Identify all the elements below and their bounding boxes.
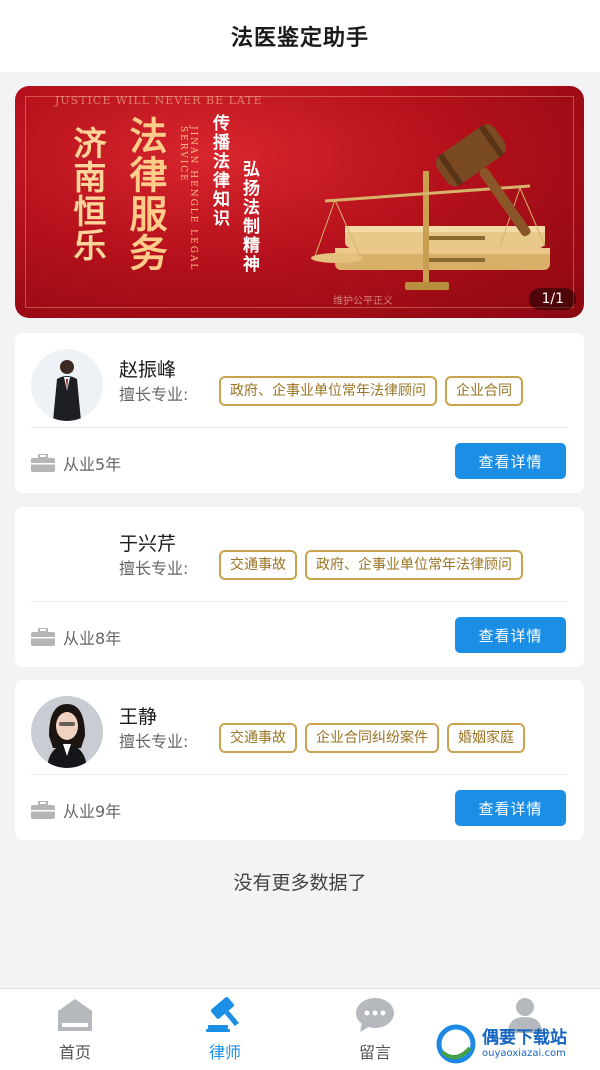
promo-banner[interactable]: JUSTICE WILL NEVER BE LATE 济南恒乐 法律服务 JIN… bbox=[15, 86, 584, 318]
specialty-label: 擅长专业: bbox=[119, 385, 189, 404]
specialty-label: 擅长专业: bbox=[119, 732, 189, 751]
banner-pager: 1/1 bbox=[529, 288, 576, 310]
experience-row: 从业8年 bbox=[31, 625, 121, 649]
avatar bbox=[31, 523, 103, 595]
briefcase-icon bbox=[31, 454, 55, 472]
tab-messages[interactable]: 留言 bbox=[300, 989, 450, 1070]
experience-years: 从业5年 bbox=[63, 455, 122, 474]
experience-years: 从业9年 bbox=[63, 802, 122, 821]
lawyer-name: 赵振峰 bbox=[119, 359, 177, 381]
experience-row: 从业9年 bbox=[31, 798, 121, 822]
lawyer-name: 王静 bbox=[119, 706, 158, 728]
banner-motto: JUSTICE WILL NEVER BE LATE bbox=[55, 94, 263, 107]
lawyer-photo bbox=[53, 360, 81, 421]
no-more-data-text: 没有更多数据了 bbox=[233, 872, 367, 894]
briefcase-icon bbox=[31, 801, 55, 819]
site-watermark: 偶要下载站 ouyaoxiazai.com bbox=[436, 1022, 592, 1066]
tab-label: 律师 bbox=[208, 1043, 241, 1062]
tab-home[interactable]: 首页 bbox=[0, 989, 150, 1070]
lawyer-photo bbox=[47, 704, 87, 768]
watermark-title: 偶要下载站 bbox=[482, 1028, 567, 1048]
banner-promote-text: 弘扬法制精神 bbox=[239, 160, 259, 274]
tab-lawyers[interactable]: 律师 bbox=[150, 989, 300, 1070]
specialty-tag: 企业合同 bbox=[445, 376, 523, 406]
divider bbox=[31, 601, 568, 602]
specialty-tags: 政府、企事业单位常年法律顾问 企业合同 bbox=[219, 376, 561, 406]
home-icon bbox=[58, 999, 92, 1031]
message-icon bbox=[356, 998, 394, 1032]
view-details-button[interactable]: 查看详情 bbox=[455, 443, 566, 479]
lawyer-card[interactable]: 于兴芹 擅长专业: 交通事故 政府、企事业单位常年法律顾问 从业8年 查看详情 bbox=[15, 507, 584, 667]
banner-footnote: 维护公平正义 bbox=[333, 296, 393, 307]
watermark-subtitle: ouyaoxiazai.com bbox=[482, 1048, 566, 1059]
gavel-icon bbox=[206, 997, 239, 1032]
experience-years: 从业8年 bbox=[63, 629, 122, 648]
lawyer-card[interactable]: 赵振峰 擅长专业: 政府、企事业单位常年法律顾问 企业合同 从业5年 查看详情 bbox=[15, 333, 584, 493]
tab-label: 首页 bbox=[58, 1043, 91, 1062]
specialty-tag: 政府、企事业单位常年法律顾问 bbox=[305, 550, 523, 580]
gavel-scale-illustration bbox=[311, 124, 550, 290]
specialty-tag: 企业合同纠纷案件 bbox=[305, 723, 439, 753]
experience-row: 从业5年 bbox=[31, 451, 121, 475]
banner-spread-text: 传播法律知识 bbox=[209, 114, 229, 228]
view-details-button[interactable]: 查看详情 bbox=[455, 617, 566, 653]
banner-service-text: 法律服务 bbox=[123, 116, 168, 272]
briefcase-icon bbox=[31, 628, 55, 646]
specialty-label: 擅长专业: bbox=[119, 559, 189, 578]
divider bbox=[31, 427, 568, 428]
avatar bbox=[31, 349, 103, 421]
avatar bbox=[31, 696, 103, 768]
lawyer-card[interactable]: 王静 擅长专业: 交通事故 企业合同纠纷案件 婚姻家庭 从业9年 查看详情 bbox=[15, 680, 584, 840]
specialty-tag: 婚姻家庭 bbox=[447, 723, 525, 753]
specialty-tag: 交通事故 bbox=[219, 723, 297, 753]
tab-label: 留言 bbox=[358, 1043, 391, 1062]
lawyer-name: 于兴芹 bbox=[119, 533, 177, 555]
specialty-tag: 交通事故 bbox=[219, 550, 297, 580]
specialty-tag: 政府、企事业单位常年法律顾问 bbox=[219, 376, 437, 406]
app-header: 法医鉴定助手 bbox=[0, 0, 600, 72]
specialty-tags: 交通事故 企业合同纠纷案件 婚姻家庭 bbox=[219, 723, 561, 753]
banner-city-text: 济南恒乐 bbox=[68, 126, 107, 262]
view-details-button[interactable]: 查看详情 bbox=[455, 790, 566, 826]
page-title: 法医鉴定助手 bbox=[230, 26, 369, 51]
divider bbox=[31, 774, 568, 775]
watermark-logo-icon bbox=[436, 1024, 476, 1064]
banner-english-text: JINAN HENGLE LEGAL SERVICE bbox=[178, 126, 198, 272]
specialty-tags: 交通事故 政府、企事业单位常年法律顾问 bbox=[219, 550, 561, 580]
